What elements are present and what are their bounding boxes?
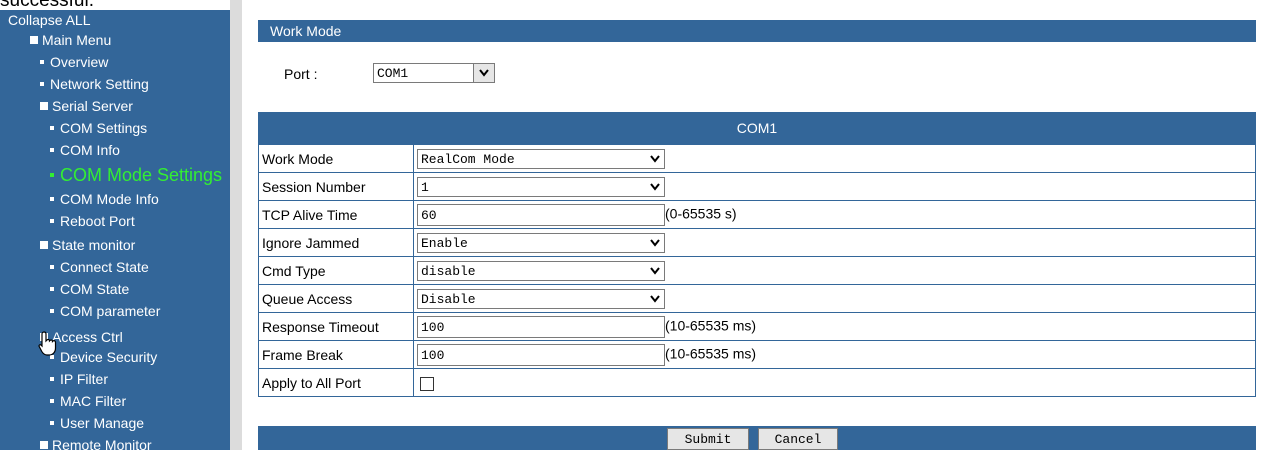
frame-break-hint: (10-65535 ms) [665,345,757,362]
chevron-down-icon [479,69,489,77]
ignore-jammed-label: Ignore Jammed [258,228,414,257]
chevron-down-icon [650,238,660,247]
tcp-alive-time-label: TCP Alive Time [258,200,414,229]
frame-break-label: Frame Break [258,340,414,369]
sidebar-item-connect-state[interactable]: Connect State [50,257,149,277]
bullet-icon [50,399,54,404]
response-timeout-hint: (10-65535 ms) [665,317,757,334]
bullet-icon [50,126,54,131]
collapse-icon [40,441,48,450]
table-row: Frame Break 100 (10-65535 ms) [258,340,1256,369]
port-label: Port : [284,66,318,82]
port-select[interactable]: COM1 [373,63,495,83]
bullet-icon [50,173,54,178]
apply-all-checkbox[interactable] [420,376,434,391]
response-timeout-input[interactable]: 100 [417,315,665,338]
work-mode-select[interactable]: RealCom Mode [417,148,665,169]
sidebar-group-state-monitor[interactable]: State monitor [40,235,135,255]
sidebar-item-reboot-port[interactable]: Reboot Port [50,211,135,231]
sidebar-item-ip-filter[interactable]: IP Filter [50,369,108,389]
tcp-alive-time-hint: (0-65535 s) [665,205,737,222]
chevron-down-icon [650,154,660,163]
sidebar-item-overview[interactable]: Overview [40,52,108,72]
table-row: Work Mode RealCom Mode [258,144,1256,173]
dropdown-button[interactable] [473,64,494,82]
table-row: Cmd Type disable [258,256,1256,285]
queue-access-label: Queue Access [258,284,414,313]
table-row: TCP Alive Time 60 (0-65535 s) [258,200,1256,229]
work-mode-label: Work Mode [258,144,414,173]
sidebar-item-com-mode-settings[interactable]: COM Mode Settings [50,165,222,185]
sidebar-gutter [230,0,242,450]
bullet-icon [50,265,54,270]
ignore-jammed-select[interactable]: Enable [417,232,665,253]
sidebar-item-com-state[interactable]: COM State [50,279,129,299]
chevron-down-icon [650,266,660,275]
tcp-alive-time-input[interactable]: 60 [417,203,665,226]
table-row: Ignore Jammed Enable [258,228,1256,257]
bullet-icon [40,60,44,65]
bullet-icon [50,148,54,153]
bullet-icon [50,377,54,382]
sidebar-item-com-settings[interactable]: COM Settings [50,118,147,138]
bullet-icon [50,309,54,314]
chevron-down-icon [650,182,660,191]
sidebar-group-remote-monitor[interactable]: Remote Monitor [40,435,152,455]
sidebar-item-com-parameter[interactable]: COM parameter [50,301,160,321]
collapse-icon [40,241,48,250]
apply-all-label: Apply to All Port [258,368,414,397]
response-timeout-label: Response Timeout [258,312,414,341]
cmd-type-label: Cmd Type [258,256,414,285]
sidebar-item-network-setting[interactable]: Network Setting [40,74,149,94]
bullet-icon [50,197,54,202]
sidebar-item-user-manage[interactable]: User Manage [50,413,144,433]
table-row: Session Number 1 [258,172,1256,201]
collapse-icon [30,36,38,45]
session-number-label: Session Number [258,172,414,201]
session-number-select[interactable]: 1 [417,176,665,197]
sidebar-item-mac-filter[interactable]: MAC Filter [50,391,126,411]
bullet-icon [50,219,54,224]
settings-table: Work Mode RealCom Mode Session Number 1 … [258,144,1256,397]
sidebar-item-com-mode-info[interactable]: COM Mode Info [50,189,159,209]
table-row: Response Timeout 100 (10-65535 ms) [258,312,1256,341]
table-row: Apply to All Port [258,368,1256,397]
sidebar-group-serial-server[interactable]: Serial Server [40,96,133,116]
table-title: COM1 [258,112,1256,144]
collapse-all-link[interactable]: Collapse ALL [8,10,91,30]
bullet-icon [50,287,54,292]
bullet-icon [40,82,44,87]
cmd-type-select[interactable]: disable [417,260,665,281]
sidebar-item-device-security[interactable]: Device Security [50,347,157,367]
sidebar-item-com-info[interactable]: COM Info [50,140,120,160]
sidebar: Collapse ALL Main Menu Overview Network … [0,10,230,453]
action-bar [258,426,1256,450]
section-header: Work Mode [258,20,1256,42]
submit-button[interactable]: Submit [667,428,749,450]
chevron-down-icon [650,294,660,303]
bullet-icon [50,421,54,426]
hand-cursor-icon [38,331,57,356]
table-row: Queue Access Disable [258,284,1256,313]
sidebar-group-main-menu[interactable]: Main Menu [30,30,111,50]
frame-break-input[interactable]: 100 [417,343,665,366]
cancel-button[interactable]: Cancel [758,428,838,450]
queue-access-select[interactable]: Disable [417,288,665,309]
collapse-icon [40,102,48,111]
